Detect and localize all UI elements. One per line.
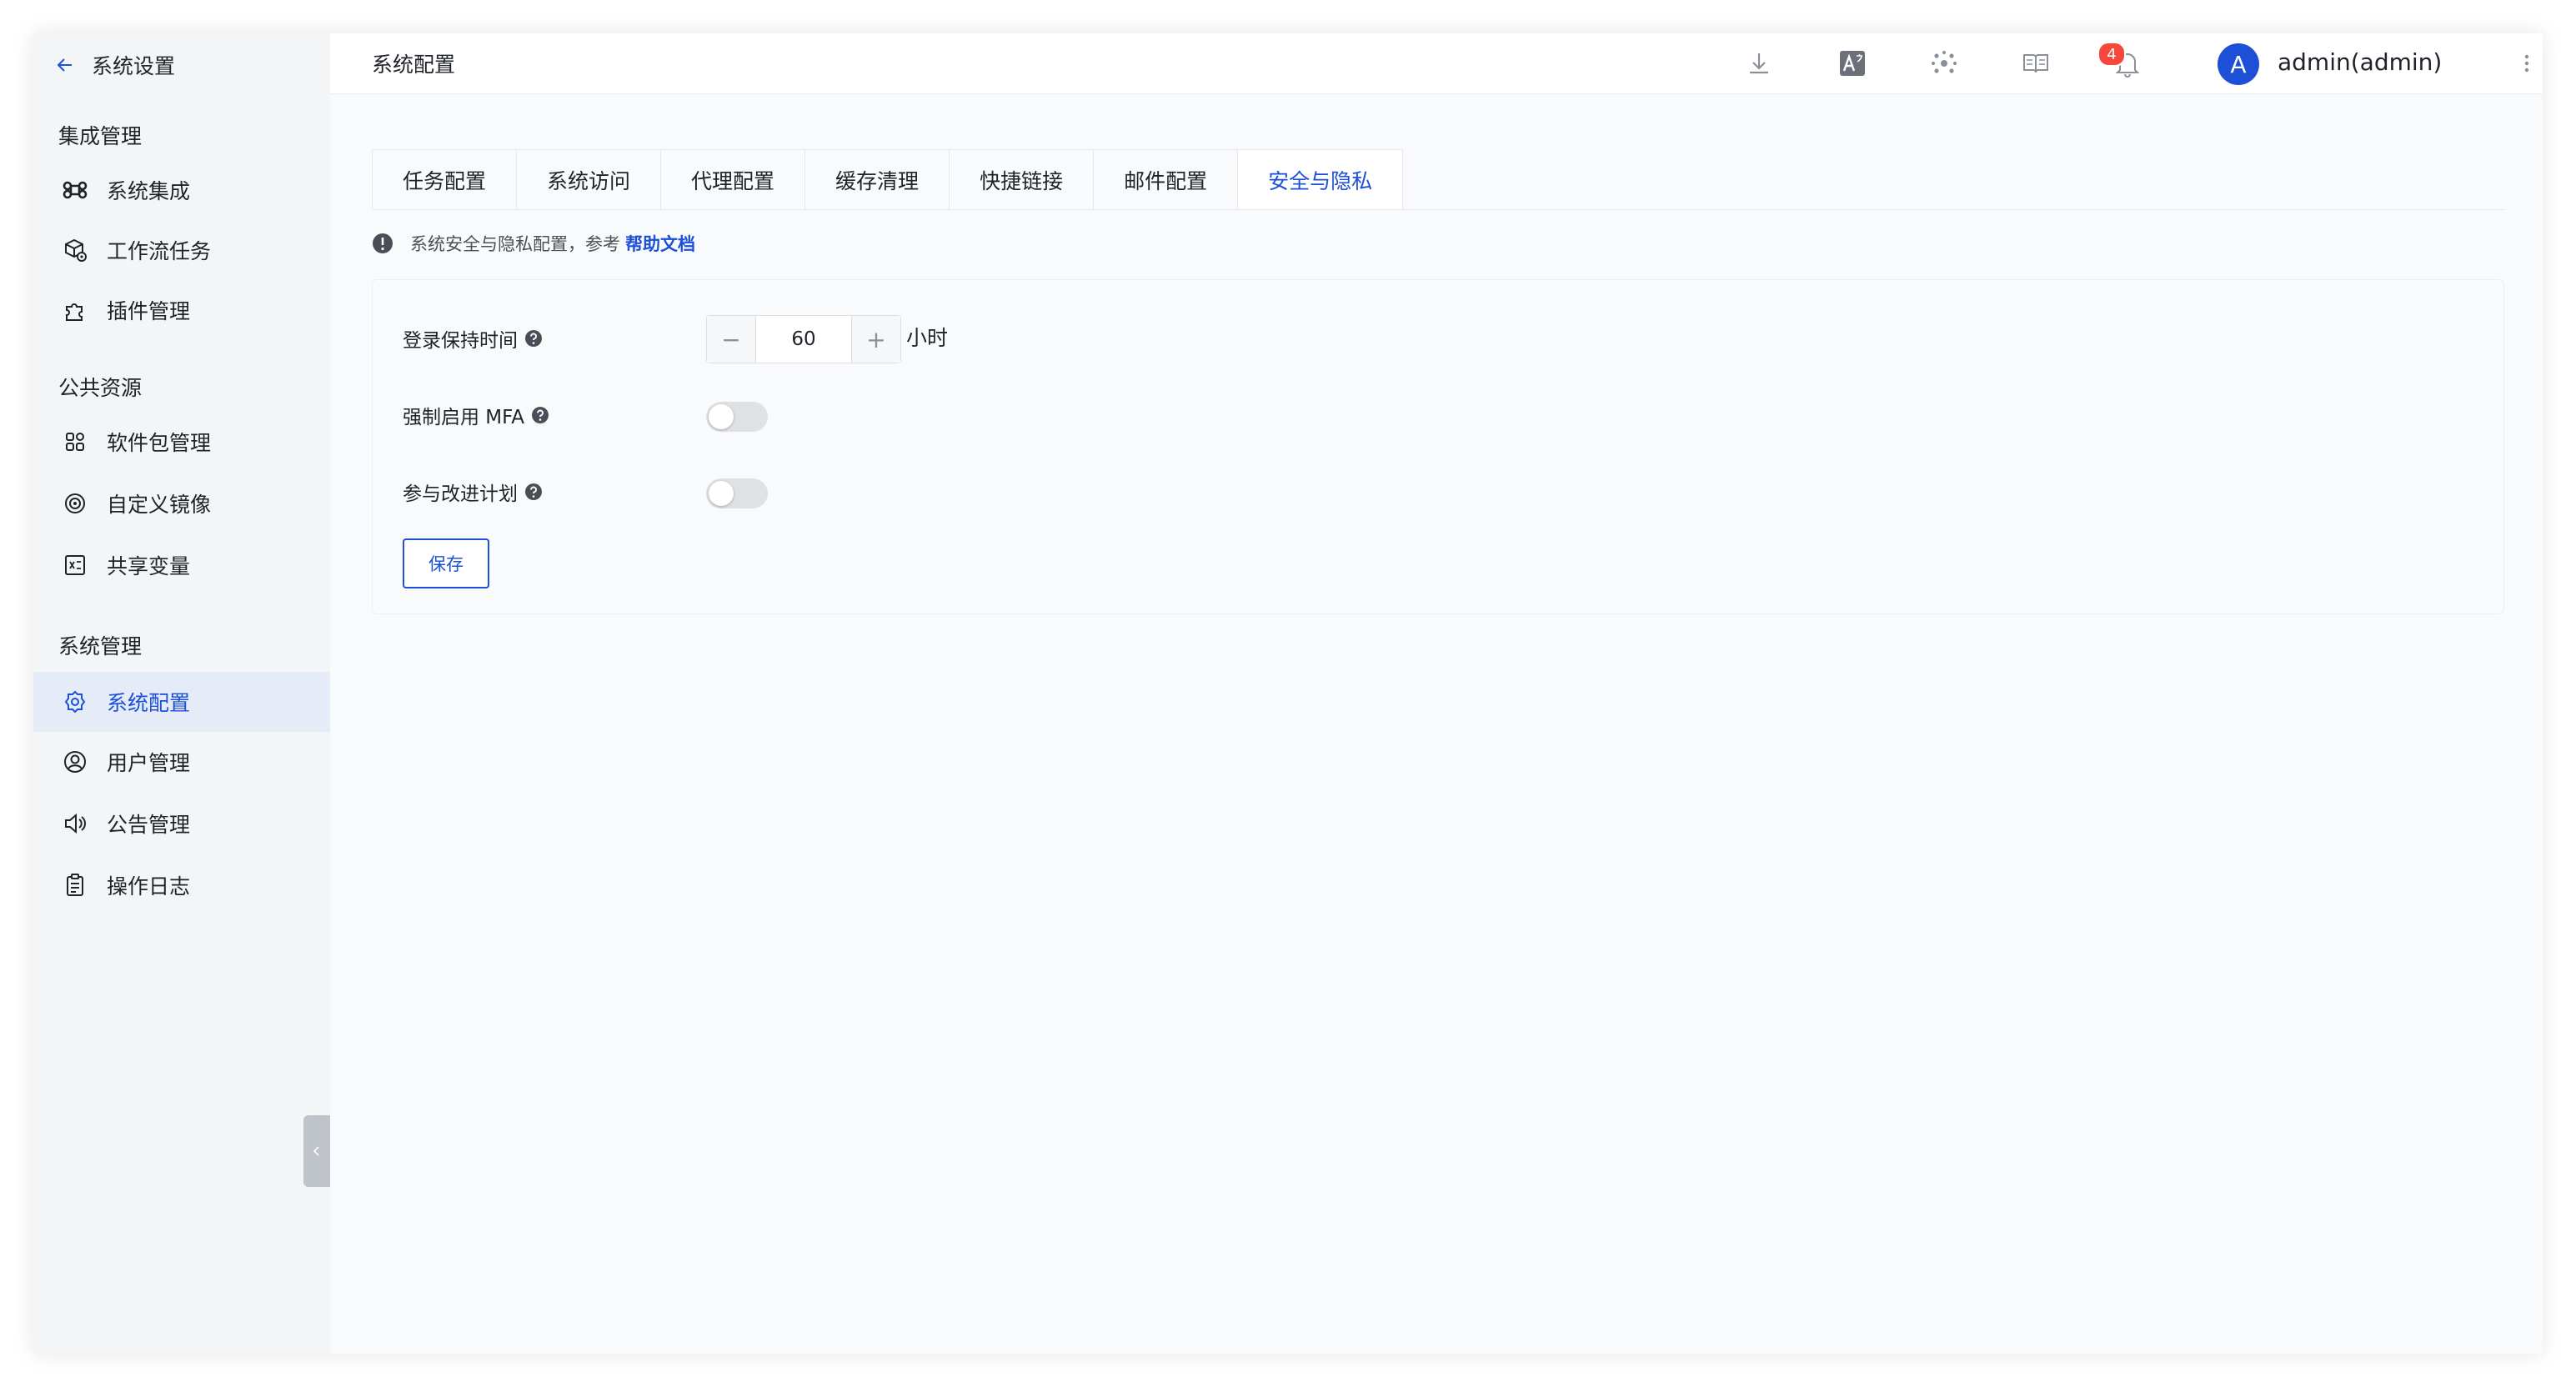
sidebar-item-label: 自定义镜像: [107, 493, 212, 517]
session-duration-stepper: − +: [706, 315, 901, 363]
user-icon: [62, 749, 88, 775]
translate-icon: [1840, 51, 1865, 76]
sidebar-item-shared-variables[interactable]: 共享变量: [33, 535, 330, 595]
settings-icon: [62, 688, 88, 715]
tabs-divider: [372, 209, 2504, 210]
sidebar-item-label: 系统配置: [107, 691, 191, 715]
label-text: 参与改进计划: [403, 483, 518, 505]
sidebar-item-label: 公告管理: [107, 813, 191, 837]
app-window: 系统设置 集成管理 系统集成 工作流任务 插件管理 公共资源 软件包管理 自定义…: [33, 33, 2543, 1354]
sidebar-item-system-integration[interactable]: 系统集成: [33, 160, 330, 220]
tab-quick-links[interactable]: 快捷链接: [950, 150, 1095, 210]
tab-cache-cleanup[interactable]: 缓存清理: [805, 150, 950, 210]
info-icon: [372, 233, 393, 254]
help-icon[interactable]: [524, 483, 543, 501]
help-icon[interactable]: [524, 329, 543, 348]
image-icon: [62, 490, 88, 517]
sidebar-item-announcements[interactable]: 公告管理: [33, 794, 330, 854]
increment-button[interactable]: +: [852, 316, 900, 363]
session-duration-input[interactable]: [755, 316, 852, 363]
group-title-integration: 集成管理: [58, 124, 143, 148]
notification-badge: 4: [2097, 42, 2126, 67]
main-content: 任务配置 系统访问 代理配置 缓存清理 快捷链接 邮件配置 安全与隐私 系统安全…: [330, 94, 2543, 1354]
security-form-card: 登录保持时间 − + 小时 强制启用 MFA 参与改进计: [372, 279, 2504, 614]
tab-task-config[interactable]: 任务配置: [373, 150, 518, 210]
workflow-icon: [62, 237, 88, 263]
tab-mail-config[interactable]: 邮件配置: [1094, 150, 1239, 210]
improvement-plan-toggle[interactable]: [706, 478, 768, 508]
duration-unit: 小时: [906, 326, 949, 350]
sidebar-item-system-config[interactable]: 系统配置: [33, 672, 330, 732]
sidebar-item-plugins[interactable]: 插件管理: [33, 280, 330, 340]
command-icon: [62, 177, 88, 203]
mfa-label: 强制启用 MFA: [403, 398, 549, 432]
sidebar-item-custom-image[interactable]: 自定义镜像: [33, 473, 330, 533]
group-title-system-management: 系统管理: [58, 634, 143, 658]
info-text: 系统安全与隐私配置，参考: [410, 234, 620, 254]
language-button[interactable]: [1837, 48, 1867, 78]
config-tabs: 任务配置 系统访问 代理配置 缓存清理 快捷链接 邮件配置 安全与隐私: [372, 149, 1404, 210]
sidebar: 系统设置 集成管理 系统集成 工作流任务 插件管理 公共资源 软件包管理 自定义…: [33, 33, 330, 1354]
sidebar-item-packages[interactable]: 软件包管理: [33, 412, 330, 472]
sidebar-item-label: 共享变量: [107, 554, 191, 578]
sidebar-title: 系统设置: [92, 54, 176, 78]
sidebar-item-users[interactable]: 用户管理: [33, 732, 330, 792]
toggle-knob: [709, 404, 734, 429]
sidebar-item-workflow[interactable]: 工作流任务: [33, 220, 330, 280]
tab-system-access[interactable]: 系统访问: [517, 150, 662, 210]
toggle-knob: [709, 481, 734, 506]
username[interactable]: admin(admin): [2278, 48, 2442, 76]
help-icon[interactable]: [531, 406, 549, 424]
more-vertical-icon[interactable]: [2521, 48, 2533, 78]
download-button[interactable]: [1744, 48, 1774, 78]
label-text: 强制启用 MFA: [403, 407, 525, 428]
sidebar-item-label: 工作流任务: [107, 239, 212, 263]
label-text: 登录保持时间: [403, 330, 518, 352]
mfa-toggle[interactable]: [706, 402, 768, 432]
back-to-settings[interactable]: 系统设置: [55, 48, 175, 82]
save-button[interactable]: 保存: [403, 538, 489, 588]
speaker-icon: [62, 810, 88, 837]
page-title: 系统配置: [372, 53, 456, 77]
decrement-button[interactable]: −: [707, 316, 755, 363]
clipboard-icon: [62, 872, 88, 899]
download-icon: [1750, 53, 1768, 74]
arrow-left-icon: [57, 58, 72, 72]
sidebar-item-label: 用户管理: [107, 751, 191, 775]
sidebar-collapse-handle[interactable]: [303, 1115, 330, 1187]
sidebar-item-label: 操作日志: [107, 874, 191, 899]
info-banner: 系统安全与隐私配置，参考 帮助文档: [372, 231, 695, 256]
avatar[interactable]: A: [2218, 43, 2259, 85]
book-icon: [2023, 54, 2048, 73]
puzzle-icon: [62, 297, 88, 323]
integrations-button[interactable]: [1929, 48, 1959, 78]
grid-icon: [62, 428, 88, 455]
sidebar-item-label: 系统集成: [107, 179, 191, 203]
improvement-plan-label: 参与改进计划: [403, 475, 543, 508]
nodes-icon: [1932, 51, 1957, 73]
docs-button[interactable]: [2021, 48, 2051, 78]
group-title-public-resources: 公共资源: [58, 376, 143, 400]
chevron-left-icon: [313, 1146, 319, 1156]
variable-icon: [62, 552, 88, 578]
sidebar-item-label: 插件管理: [107, 299, 191, 323]
top-bar: 系统配置 4 A admin(admin): [330, 33, 2543, 94]
session-duration-label: 登录保持时间: [403, 322, 543, 355]
tab-security-privacy[interactable]: 安全与隐私: [1238, 150, 1403, 210]
sidebar-item-label: 软件包管理: [107, 431, 212, 455]
sidebar-item-operation-log[interactable]: 操作日志: [33, 855, 330, 915]
help-doc-link[interactable]: 帮助文档: [625, 231, 695, 256]
tab-proxy-config[interactable]: 代理配置: [661, 150, 806, 210]
